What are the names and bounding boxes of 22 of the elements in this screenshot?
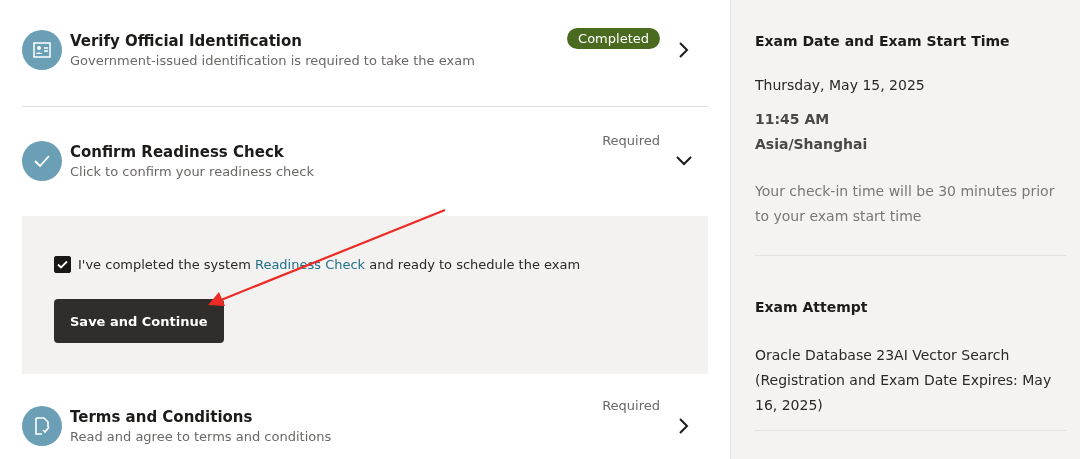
step-title: Confirm Readiness Check <box>70 143 285 161</box>
check-icon <box>33 154 51 168</box>
save-and-continue-button[interactable]: Save and Continue <box>54 299 224 343</box>
check-in-note: Your check-in time will be 30 minutes prior to your exam start time <box>755 182 1056 226</box>
step-description: Read and agree to terms and conditions <box>70 429 333 444</box>
checkmark-icon <box>57 260 68 269</box>
exam-time: 11:45 AM <box>755 110 831 129</box>
status-label: Required <box>602 133 660 148</box>
section-heading: Exam Attempt <box>755 299 869 315</box>
exam-timezone: Asia/Shanghai <box>755 135 869 154</box>
step-title: Verify Official Identification <box>70 32 303 50</box>
checkbox[interactable] <box>54 256 71 273</box>
step-title: Terms and Conditions <box>70 408 254 426</box>
exam-date: Thursday, May 15, 2025 <box>755 77 926 93</box>
step-description: Click to confirm your readiness check <box>70 164 315 179</box>
document-check-icon <box>34 417 50 435</box>
step-description: Government-issued identification is required to take the exam <box>70 53 476 68</box>
section-heading: Exam Date and Exam Start Time <box>755 33 1011 49</box>
id-card-icon <box>33 42 51 58</box>
status-label: Required <box>602 398 660 413</box>
status-badge: Completed <box>567 28 660 49</box>
exam-attempt-text: Oracle Database 23AI Vector Search (Registration and Exam Date Expires: May 16, 2025) <box>755 346 1053 415</box>
